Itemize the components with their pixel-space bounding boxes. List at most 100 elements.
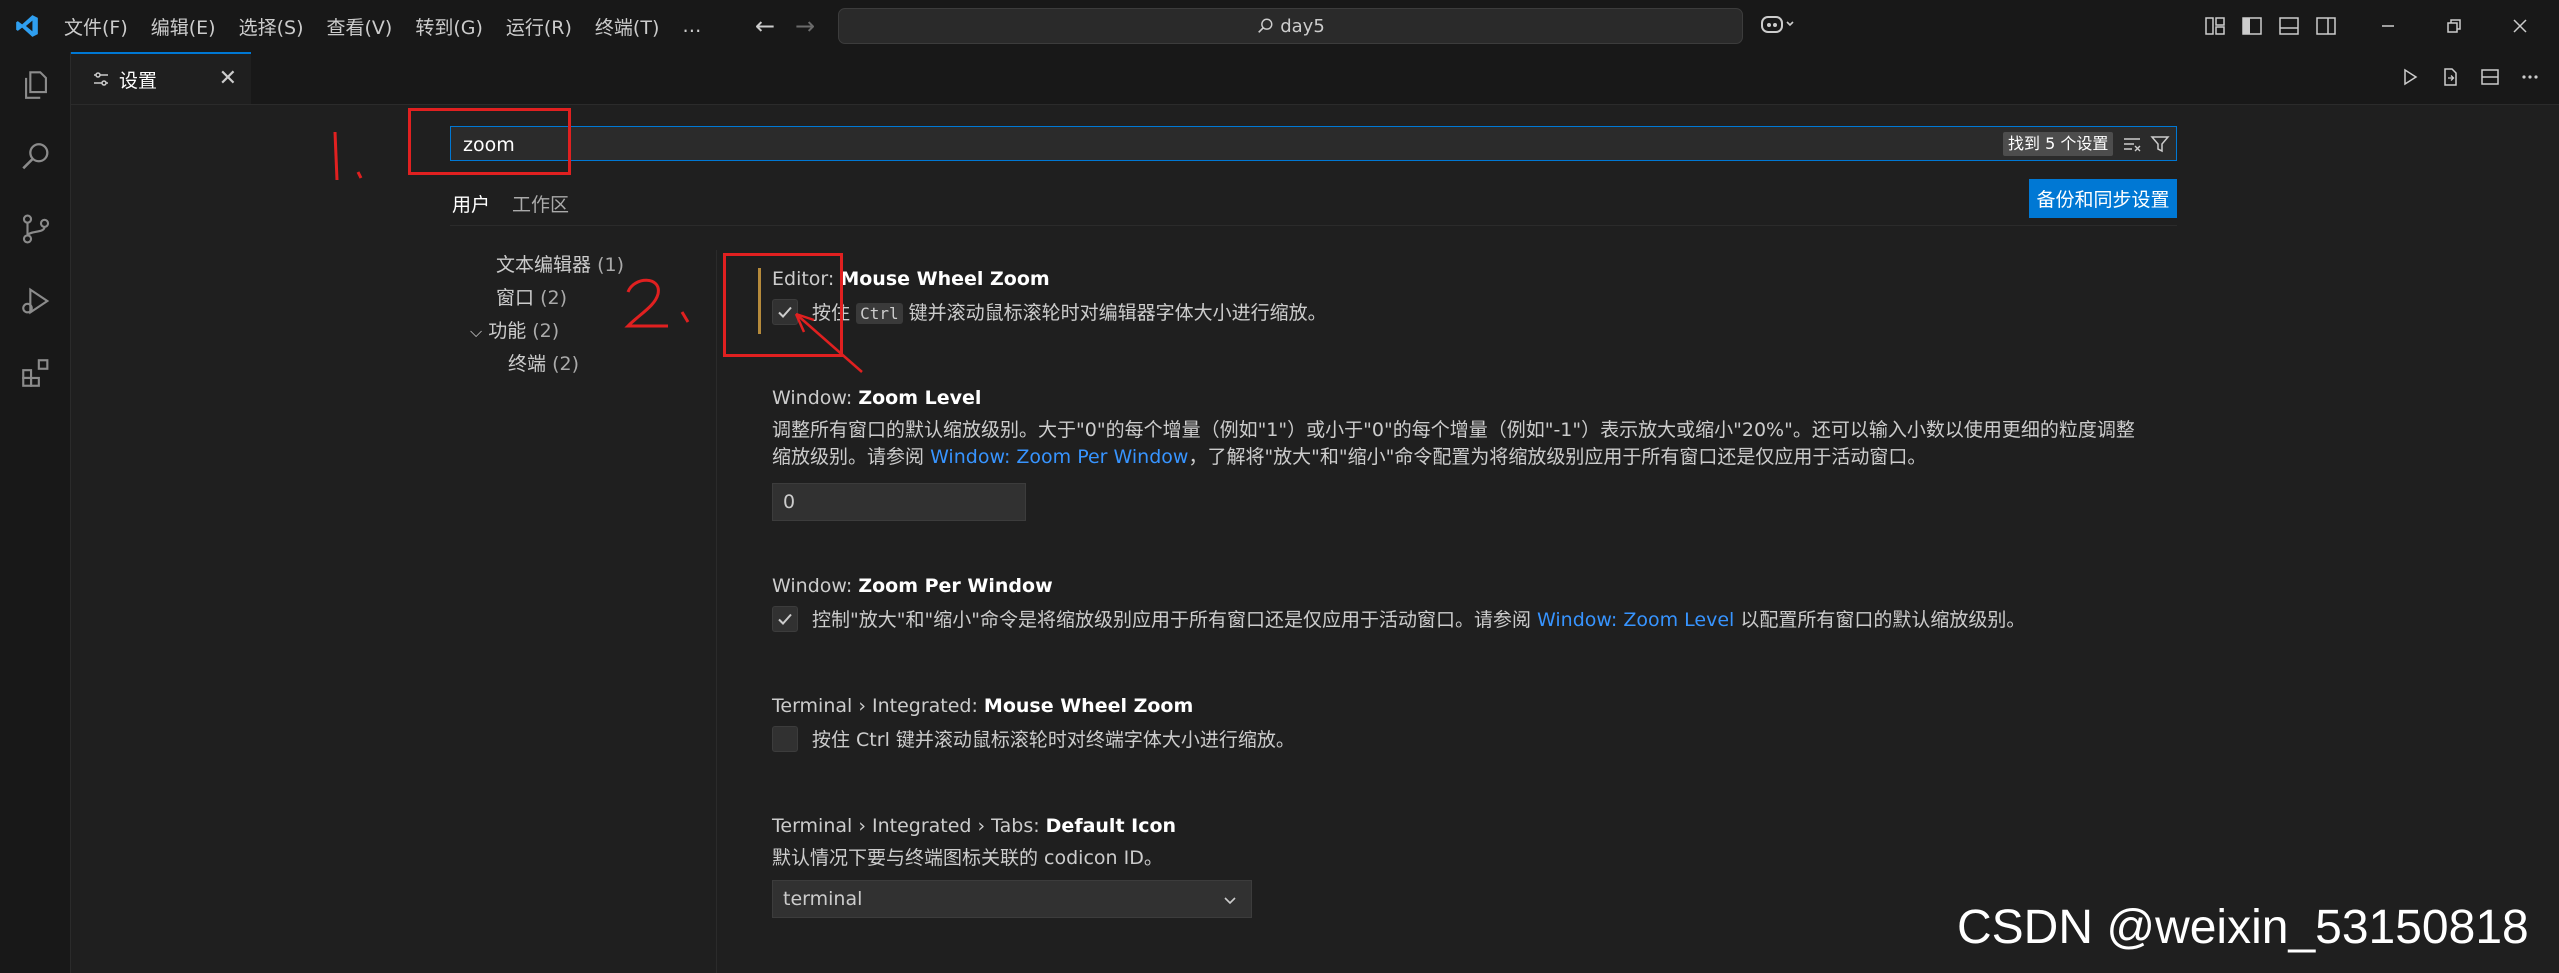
back-arrow-icon[interactable]: ← bbox=[755, 12, 775, 40]
setting-title: Terminal › Integrated › Tabs: Default Ic… bbox=[772, 815, 2152, 837]
setting-title: Window: Zoom Level bbox=[772, 387, 2152, 409]
annotation-box-search bbox=[408, 108, 571, 175]
activity-bar bbox=[0, 52, 71, 973]
toc-label: 功能 bbox=[488, 320, 527, 342]
customize-layout-icon[interactable] bbox=[2203, 14, 2227, 38]
toc-divider bbox=[716, 250, 717, 973]
watermark: CSDN @weixin_53150818 bbox=[1957, 901, 2529, 954]
setting-title: Terminal › Integrated: Mouse Wheel Zoom bbox=[772, 695, 1295, 717]
menu-more[interactable]: … bbox=[682, 15, 701, 37]
settings-sliders-icon bbox=[94, 72, 108, 86]
zoom-level-input[interactable] bbox=[772, 483, 1026, 521]
toggle-secondary-sidebar-icon[interactable] bbox=[2314, 14, 2338, 38]
copilot-icon[interactable] bbox=[1760, 13, 1796, 40]
toc-item-text-editor[interactable]: 文本编辑器 (1) bbox=[496, 250, 624, 277]
source-control-icon[interactable] bbox=[19, 212, 53, 246]
result-count-badge: 找到 5 个设置 bbox=[2003, 132, 2114, 156]
tab-workspace[interactable]: 工作区 bbox=[512, 190, 569, 226]
setting-terminal-tabs-default-icon: Terminal › Integrated › Tabs: Default Ic… bbox=[772, 815, 2152, 918]
desc-part: 缩放级别。请参阅 bbox=[772, 446, 925, 468]
tab-user[interactable]: 用户 bbox=[452, 190, 491, 226]
minimize-icon[interactable] bbox=[2376, 14, 2400, 38]
scope-tabs: 用户 工作区 bbox=[452, 190, 591, 226]
more-actions-icon[interactable] bbox=[2519, 66, 2541, 88]
chevron-down-icon bbox=[1224, 897, 1236, 905]
tab-settings[interactable]: 设置 ✕ bbox=[71, 52, 251, 104]
menu-terminal[interactable]: 终端(T) bbox=[595, 13, 659, 40]
editor-actions bbox=[2399, 66, 2541, 88]
toc-label: 终端 bbox=[508, 353, 547, 375]
menu-view[interactable]: 查看(V) bbox=[327, 13, 393, 40]
menu-selection[interactable]: 选择(S) bbox=[239, 13, 304, 40]
scope-divider bbox=[450, 225, 2177, 226]
settings-search-box: 找到 5 个设置 bbox=[450, 126, 2177, 161]
zoom-level-link[interactable]: Window: Zoom Level bbox=[1537, 609, 1734, 631]
toc-count: (1) bbox=[597, 254, 624, 276]
annotation-arrow bbox=[794, 312, 863, 373]
toc-count: (2) bbox=[532, 320, 560, 342]
checkbox-unchecked[interactable] bbox=[772, 725, 798, 752]
menu-edit[interactable]: 编辑(E) bbox=[151, 13, 216, 40]
close-window-icon[interactable] bbox=[2508, 14, 2532, 38]
setting-checkbox-row: 按住 Ctrl 键并滚动鼠标滚轮时对终端字体大小进行缩放。 bbox=[772, 725, 1295, 752]
setting-description: 按住 Ctrl 键并滚动鼠标滚轮时对终端字体大小进行缩放。 bbox=[812, 729, 1295, 751]
select-value: terminal bbox=[783, 888, 863, 910]
checkbox-checked[interactable] bbox=[772, 605, 798, 632]
desc-part: ，了解将"放大"和"缩小"命令配置为将缩放级别应用于所有窗口还是仅应用于活动窗口… bbox=[1188, 446, 1927, 468]
restore-icon[interactable] bbox=[2442, 14, 2466, 38]
setting-title: Editor: Mouse Wheel Zoom bbox=[772, 268, 1327, 290]
chevron-down-icon: ⌵ bbox=[470, 322, 483, 341]
split-editor-icon[interactable] bbox=[2479, 66, 2501, 88]
toc-label: 文本编辑器 bbox=[496, 254, 592, 276]
filter-icon[interactable] bbox=[2149, 133, 2171, 155]
setting-name: Mouse Wheel Zoom bbox=[983, 695, 1194, 717]
tab-bar: 设置 ✕ bbox=[71, 52, 2559, 105]
setting-category: Terminal › Integrated: bbox=[772, 695, 984, 717]
toggle-primary-sidebar-icon[interactable] bbox=[2240, 14, 2264, 38]
extensions-icon[interactable] bbox=[19, 356, 53, 390]
run-debug-icon[interactable] bbox=[19, 284, 53, 318]
check-icon bbox=[778, 613, 792, 625]
command-center-label: day5 bbox=[1280, 15, 1325, 37]
desc-part: 控制"放大"和"缩小"命令是将缩放级别应用于所有窗口还是仅应用于活动窗口。请参阅 bbox=[812, 609, 1531, 631]
title-bar: 文件(F) 编辑(E) 选择(S) 查看(V) 转到(G) 运行(R) 终端(T… bbox=[0, 0, 2559, 53]
search-input[interactable] bbox=[461, 131, 1965, 159]
setting-description: 调整所有窗口的默认缩放级别。大于"0"的每个增量（例如"1"）或小于"0"的每个… bbox=[772, 417, 2152, 471]
toc-item-features[interactable]: ⌵ 功能 (2) bbox=[470, 316, 559, 343]
toc-label: 窗口 bbox=[496, 287, 535, 309]
clear-filter-icon[interactable] bbox=[2121, 133, 2143, 155]
setting-name: Zoom Per Window bbox=[858, 575, 1053, 597]
zoom-per-window-link[interactable]: Window: Zoom Per Window bbox=[930, 446, 1188, 468]
setting-window-zoom-level: Window: Zoom Level 调整所有窗口的默认缩放级别。大于"0"的每… bbox=[772, 387, 2152, 521]
toc-item-terminal[interactable]: 终端 (2) bbox=[508, 349, 579, 376]
default-icon-select[interactable]: terminal bbox=[772, 880, 1252, 918]
menu-run[interactable]: 运行(R) bbox=[506, 13, 572, 40]
close-icon[interactable]: ✕ bbox=[219, 66, 237, 91]
desc-line-2: 缩放级别。请参阅 Window: Zoom Per Window，了解将"放大"… bbox=[772, 444, 2152, 471]
menu-file[interactable]: 文件(F) bbox=[64, 13, 128, 40]
setting-name: Default Icon bbox=[1045, 815, 1177, 837]
toc-item-window[interactable]: 窗口 (2) bbox=[496, 283, 567, 310]
toggle-panel-icon[interactable] bbox=[2277, 14, 2301, 38]
run-icon[interactable] bbox=[2399, 66, 2421, 88]
desc-part: 以配置所有窗口的默认缩放级别。 bbox=[1740, 609, 2026, 631]
setting-checkbox-row: 控制"放大"和"缩小"命令是将缩放级别应用于所有窗口还是仅应用于活动窗口。请参阅… bbox=[772, 605, 2025, 632]
menu-bar: 文件(F) 编辑(E) 选择(S) 查看(V) 转到(G) 运行(R) 终端(T… bbox=[64, 0, 724, 52]
open-settings-json-icon[interactable] bbox=[2439, 66, 2461, 88]
forward-arrow-icon[interactable]: → bbox=[795, 12, 815, 40]
menu-go[interactable]: 转到(G) bbox=[415, 13, 483, 40]
annotation-number-2 bbox=[624, 278, 690, 328]
setting-category: Terminal › Integrated › Tabs: bbox=[772, 815, 1046, 837]
vscode-logo-icon bbox=[16, 15, 38, 37]
command-center[interactable]: day5 bbox=[838, 8, 1743, 44]
setting-description: 默认情况下要与终端图标关联的 codicon ID。 bbox=[772, 847, 1163, 869]
setting-description: 按住 Ctrl 键并滚动鼠标滚轮时对编辑器字体大小进行缩放。 bbox=[812, 298, 1327, 325]
tab-label: 设置 bbox=[119, 69, 158, 92]
setting-name: Mouse Wheel Zoom bbox=[840, 268, 1050, 290]
explorer-icon[interactable] bbox=[19, 68, 53, 102]
search-view-icon[interactable] bbox=[19, 140, 53, 174]
setting-description: 控制"放大"和"缩小"命令是将缩放级别应用于所有窗口还是仅应用于活动窗口。请参阅… bbox=[812, 605, 2025, 632]
desc-line-1: 调整所有窗口的默认缩放级别。大于"0"的每个增量（例如"1"）或小于"0"的每个… bbox=[772, 419, 2135, 441]
setting-category: Window: bbox=[772, 387, 859, 409]
backup-sync-button[interactable]: 备份和同步设置 bbox=[2029, 179, 2177, 218]
